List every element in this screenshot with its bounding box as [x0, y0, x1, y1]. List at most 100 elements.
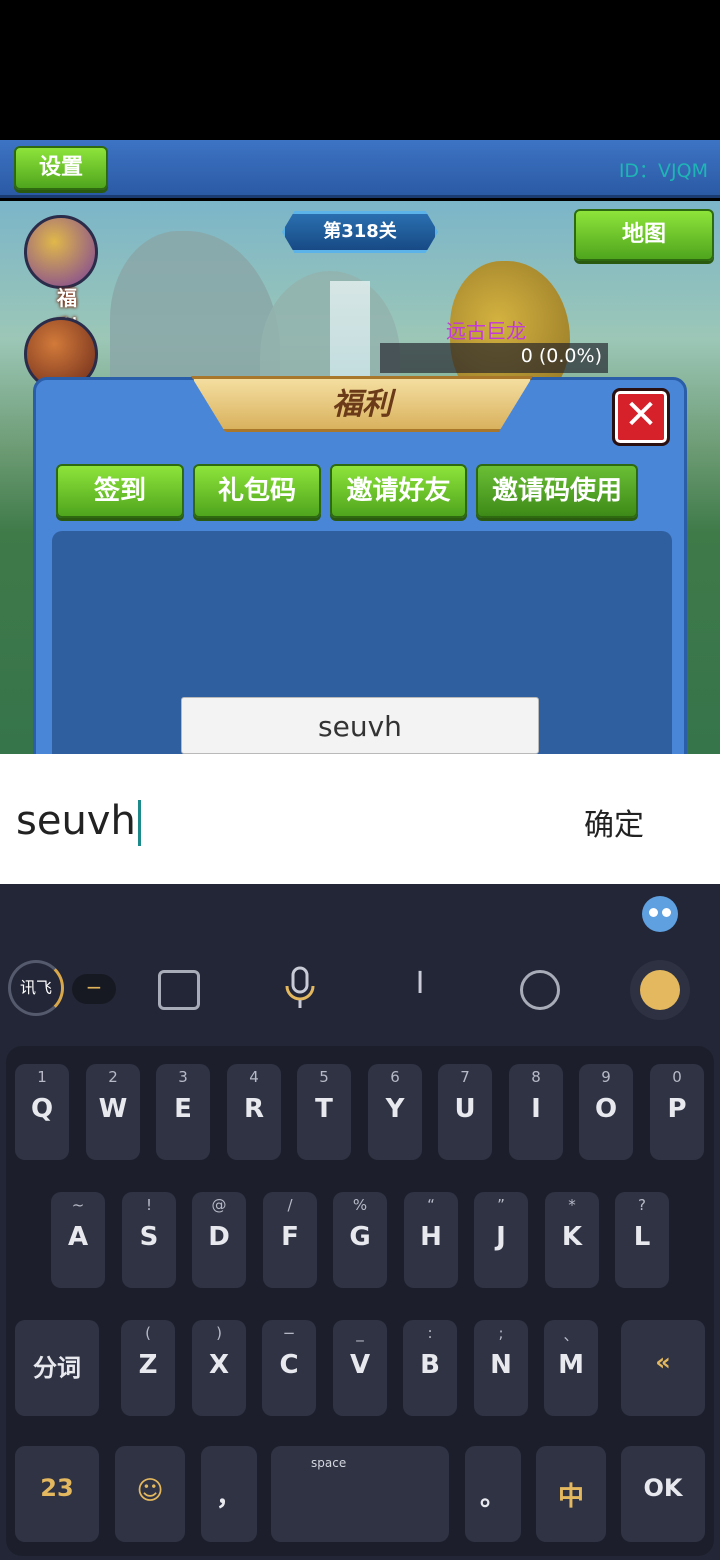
keyboard-switch-icon[interactable] [158, 970, 200, 1010]
key-letter-label: X [208, 1350, 230, 1380]
text-input-field[interactable]: seuvh [16, 798, 141, 846]
ok-key[interactable]: OK [621, 1446, 705, 1542]
invite-code-field[interactable]: seuvh [181, 697, 539, 754]
key-k[interactable]: * K [545, 1192, 599, 1288]
key-c[interactable]: − C [262, 1320, 316, 1416]
symbol-key[interactable]: ☺ [115, 1446, 185, 1542]
key-s[interactable]: ! S [122, 1192, 176, 1288]
key-symbol-label: ; [498, 1324, 504, 1342]
language-switch-label: 中 [557, 1482, 584, 1512]
space-key-label: space [311, 1456, 347, 1470]
alien-skin-icon[interactable] [520, 970, 560, 1010]
microphone-icon[interactable] [282, 966, 318, 1010]
key-symbol-label: 4 [249, 1068, 259, 1086]
keys-area: 1 Q 2 W 3 E 4 R 5 T 6 Y 7 U 8 I 9 O 0 P ~ A! S @ D / F% G “H” J * K? L(Z… [6, 1046, 714, 1556]
key-o[interactable]: 9O [579, 1064, 633, 1160]
key-letter-label: H [420, 1222, 442, 1252]
tab-use-invite-code[interactable]: 邀请码使用 [476, 464, 638, 518]
map-button[interactable]: 地图 [574, 209, 714, 261]
key-letter-label: O [594, 1094, 618, 1124]
key-g[interactable]: % G [333, 1192, 387, 1288]
key-letter-label: D [208, 1222, 230, 1252]
key-j[interactable]: ” J [474, 1192, 528, 1288]
key-p[interactable]: 0P [650, 1064, 704, 1160]
key-symbol-label: 6 [390, 1068, 400, 1086]
key-symbol-label: 7 [460, 1068, 470, 1086]
key-letter-label: A [67, 1222, 89, 1252]
key-symbol-label: % [352, 1196, 368, 1214]
key-i[interactable]: 8I [509, 1064, 563, 1160]
key-m[interactable]: 、 M [544, 1320, 598, 1416]
key-symbol-label: ” [497, 1196, 505, 1214]
key-x[interactable]: ) X [192, 1320, 246, 1416]
number-switch-key[interactable]: 23 [15, 1446, 99, 1542]
key-symbol-label: 9 [601, 1068, 611, 1086]
key-letter-label: F [281, 1222, 299, 1252]
key-l[interactable]: ? L [615, 1192, 669, 1288]
text-input-bar: seuvh 确定 [0, 754, 720, 884]
key-f[interactable]: / F [263, 1192, 317, 1288]
key-letter-label: U [454, 1094, 476, 1124]
key-letter-label: N [490, 1350, 512, 1380]
key-u[interactable]: 7U [438, 1064, 492, 1160]
key-b[interactable]: :B [403, 1320, 457, 1416]
key-symbol-label: − [282, 1324, 296, 1342]
space-key[interactable]: space [271, 1446, 449, 1542]
boss-health-text: 0 (0.0%) [520, 345, 602, 367]
key-v[interactable]: _ V [333, 1320, 387, 1416]
key-symbol-label: : [427, 1324, 433, 1342]
cursor-move-icon[interactable]: I [398, 966, 442, 1010]
alien-theme-icon[interactable] [630, 960, 690, 1020]
ifly-logo-button[interactable]: 讯飞 [8, 960, 64, 1016]
key-q[interactable]: 1Q [15, 1064, 69, 1160]
collapse-toggle[interactable]: − [72, 974, 116, 1004]
key-letter-label: P [667, 1094, 687, 1124]
language-switch-key[interactable]: 中 [536, 1446, 606, 1542]
key-letter-label: E [174, 1094, 192, 1124]
welfare-icon[interactable]: 福利 [24, 215, 98, 339]
game-screen: 设置 ID：VJQM 第318关 地图 福利 远古巨龙 0 (0.0%) 福利 … [0, 140, 720, 754]
text-input-value: seuvh [16, 798, 136, 844]
period-label: 。 [479, 1482, 506, 1512]
segment-key[interactable]: 分词 [15, 1320, 99, 1416]
key-n[interactable]: ; N [474, 1320, 528, 1416]
key-letter-label: R [243, 1094, 265, 1124]
ok-key-label: OK [643, 1474, 683, 1502]
key-symbol-label: 、 [563, 1326, 579, 1344]
key-letter-label: M [558, 1350, 584, 1380]
key-w[interactable]: 2W [86, 1064, 140, 1160]
tab-invite-friends[interactable]: 邀请好友 [330, 464, 467, 518]
close-button[interactable]: ✕ [612, 388, 670, 446]
key-e[interactable]: 3E [156, 1064, 210, 1160]
comma-key[interactable]: ， [201, 1446, 257, 1542]
period-key[interactable]: 。 [465, 1446, 521, 1542]
game-top-bar: 设置 ID：VJQM [0, 140, 720, 198]
key-symbol-label: ( [145, 1324, 151, 1342]
text-caret [137, 800, 141, 846]
tab-gift-code[interactable]: 礼包码 [193, 464, 321, 518]
key-z[interactable]: (Z [121, 1320, 175, 1416]
key-letter-label: V [349, 1350, 371, 1380]
key-symbol-label: ! [145, 1196, 152, 1214]
key-y[interactable]: 6Y [368, 1064, 422, 1160]
key-d[interactable]: @ D [192, 1192, 246, 1288]
comma-label: ， [215, 1482, 242, 1512]
key-h[interactable]: “H [404, 1192, 458, 1288]
boss-name: 远古巨龙 [446, 319, 526, 343]
key-t[interactable]: 5T [297, 1064, 351, 1160]
settings-button[interactable]: 设置 [14, 146, 108, 190]
tab-sign-in[interactable]: 签到 [56, 464, 184, 518]
backspace-key[interactable]: « [621, 1320, 705, 1416]
number-switch-label: 23 [40, 1474, 74, 1502]
key-letter-label: B [420, 1350, 440, 1380]
boss-health-bar: 0 (0.0%) [380, 343, 608, 373]
confirm-button[interactable]: 确定 [584, 800, 644, 844]
alien-mascot-icon[interactable] [642, 896, 678, 932]
keyboard: 讯飞 − I 1 Q 2 W 3 E 4 R 5 T 6 Y 7 U 8 I 9 O 0 P ~ A! S @ D / F% G “H”… [0, 884, 720, 1560]
key-r[interactable]: 4R [227, 1064, 281, 1160]
key-letter-label: T [315, 1094, 333, 1124]
key-a[interactable]: ~ A [51, 1192, 105, 1288]
key-letter-label: Z [138, 1350, 158, 1380]
key-letter-label: C [279, 1350, 299, 1380]
key-symbol-label: ~ [71, 1196, 85, 1214]
